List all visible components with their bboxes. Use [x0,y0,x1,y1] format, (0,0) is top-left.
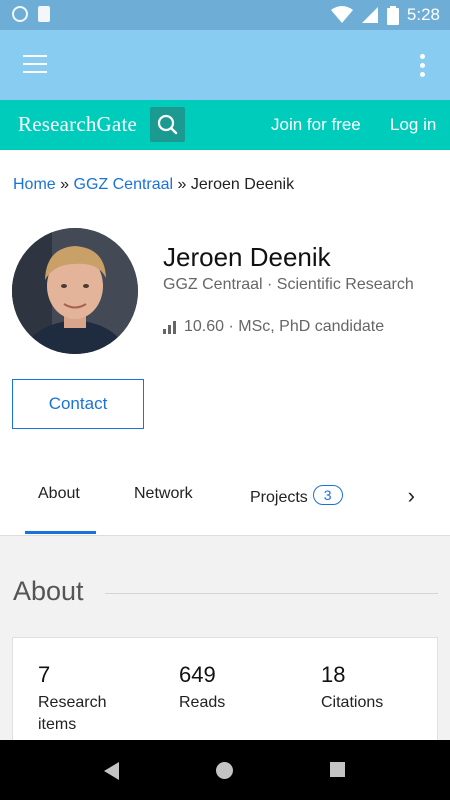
system-nav-bar [0,740,450,800]
home-icon[interactable] [216,762,233,779]
sd-card-icon [38,6,50,22]
stat-research-items[interactable]: 7 Research items [38,662,148,736]
breadcrumb-home-link[interactable]: Home [13,176,56,193]
stats-card: 7 Research items 649 Reads 18 Citations [12,637,438,757]
stat-label: Citations [321,694,384,711]
stat-value: 649 [179,662,216,687]
profile-photo [12,228,138,354]
about-section: About 7 Research items 649 Reads 18 Cita… [0,536,450,757]
breadcrumb-separator: » [60,176,70,193]
log-in-link[interactable]: Log in [390,115,436,135]
menu-icon[interactable] [23,55,47,73]
join-for-free-link[interactable]: Join for free [271,115,361,135]
profile-score: 10.60 · MSc, PhD candidate [163,318,384,336]
wifi-icon [330,6,353,23]
notification-dot-icon [12,6,28,22]
stat-citations[interactable]: 18 Citations [321,662,383,714]
app-bar [0,30,450,100]
status-bar: 5:28 [0,0,450,30]
stat-value: 7 [38,662,51,687]
stat-value: 18 [321,662,346,687]
profile-tabs: About Network Projects 3 › [0,455,450,536]
battery-icon [386,5,399,25]
stat-label: Research items [38,694,107,733]
tab-projects-label: Projects [250,489,308,506]
breadcrumb-current: Jeroen Deenik [190,176,295,193]
profile-score-text: 10.60 · MSc, PhD candidate [184,318,385,335]
tab-network[interactable]: Network [134,485,193,503]
search-button[interactable] [150,107,185,142]
chevron-right-icon[interactable]: › [408,483,415,509]
breadcrumb-separator: » [177,176,187,193]
about-heading: About [13,576,84,606]
contact-button[interactable]: Contact [12,379,144,429]
back-icon[interactable] [104,762,119,780]
status-time: 5:28 [406,5,440,24]
breadcrumb: Home » GGZ Centraal » Jeroen Deenik [13,176,294,194]
researchgate-header: ResearchGate Join for free Log in [0,100,450,150]
tab-projects[interactable]: Projects 3 [250,485,343,507]
recent-apps-icon[interactable] [330,762,345,777]
projects-count-badge: 3 [312,485,343,505]
avatar [12,228,138,354]
cell-signal-icon [361,7,378,23]
profile-name: Jeroen Deenik [163,242,331,272]
stat-reads[interactable]: 649 Reads [179,662,225,714]
tab-about[interactable]: About [38,485,80,503]
active-tab-indicator [25,531,96,534]
researchgate-logo[interactable]: ResearchGate [18,112,137,137]
profile-institution: GGZ Centraal · Scientific Research [163,276,414,293]
breadcrumb-institution-link[interactable]: GGZ Centraal [74,176,174,193]
rg-score-icon [163,320,176,334]
more-options-icon[interactable] [420,54,426,81]
search-icon [157,114,178,135]
stat-label: Reads [179,694,226,711]
divider [105,593,438,594]
